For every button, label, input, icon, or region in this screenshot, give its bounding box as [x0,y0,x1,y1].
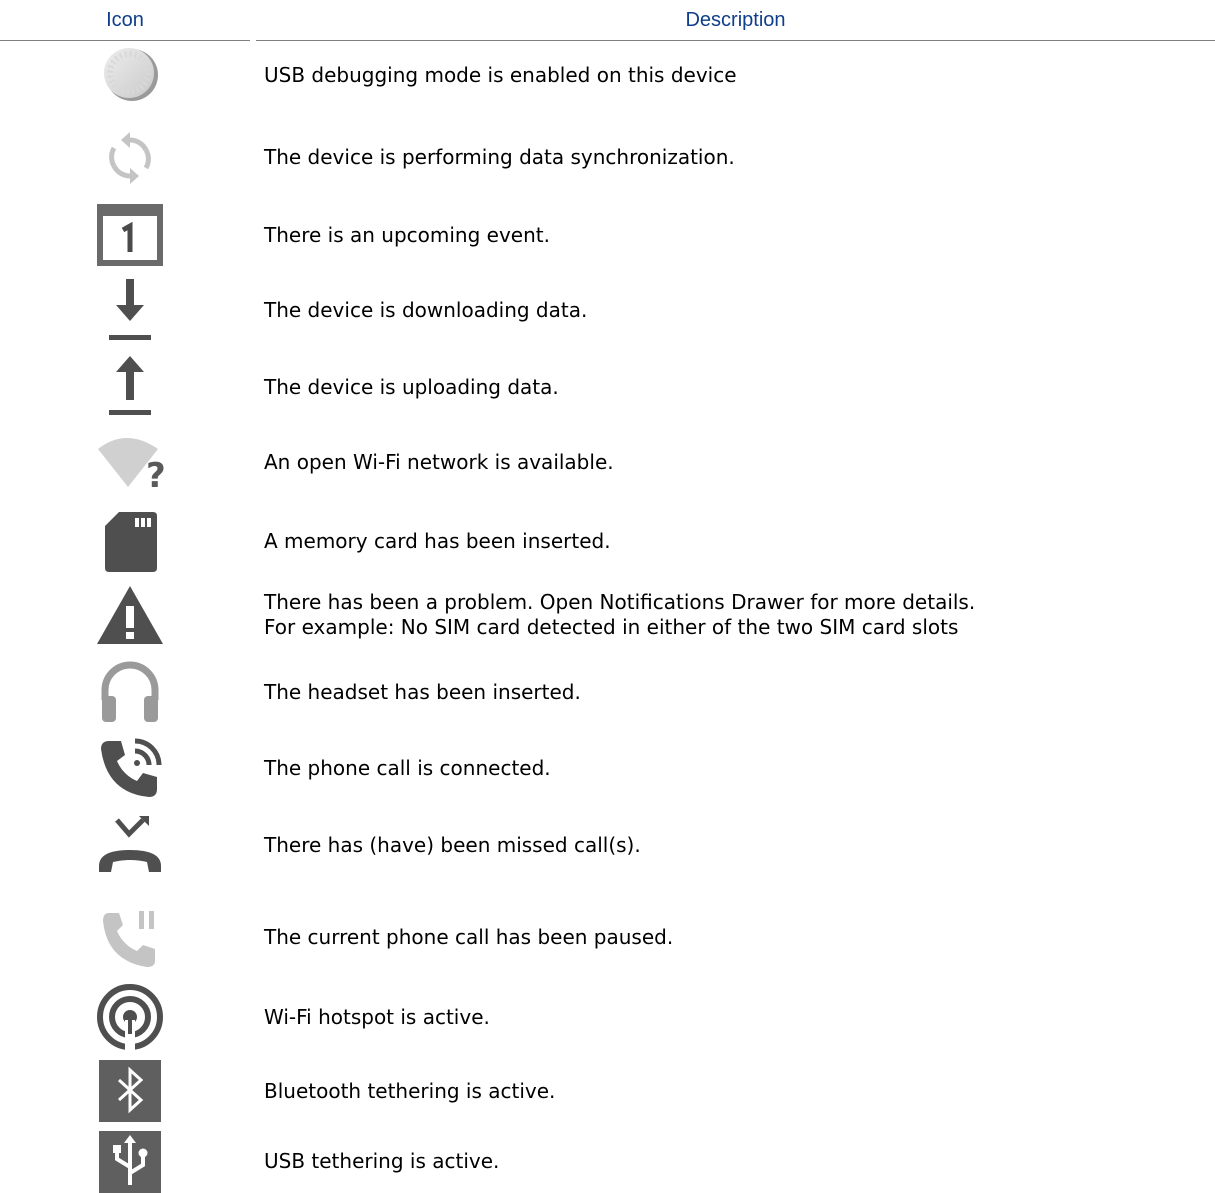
column-header-icon: Icon [106,8,144,31]
row-description: An open Wi-Fi network is available. [264,450,614,474]
usb-debugging-icon [90,45,170,105]
table-row: There has been a problem. Open Notificat… [0,580,1215,650]
row-description: The current phone call has been paused. [264,925,674,949]
table-row: Bluetooth tethering is active. [0,1058,1215,1124]
calendar-event-icon [90,200,170,270]
svg-text:?: ? [146,456,166,495]
status-icon-table: Icon Description USB debugging mode is e… [0,0,1215,1193]
upload-icon [90,352,170,422]
header-divider [0,40,250,41]
missed-call-icon [90,810,170,880]
row-description: A memory card has been inserted. [264,528,611,553]
table-row: The device is uploading data. [0,352,1215,422]
table-row: Wi-Fi hotspot is active. [0,982,1215,1052]
table-row: The headset has been inserted. [0,658,1215,726]
header-divider [256,40,1215,41]
table-row: The device is performing data synchroniz… [0,125,1215,190]
table-row: The device is downloading data. [0,275,1215,345]
table-row: A memory card has been inserted. [0,507,1215,575]
row-description: USB tethering is active. [264,1149,500,1173]
row-description: The device is downloading data. [264,297,588,322]
table-row: USB debugging mode is enabled on this de… [0,45,1215,105]
table-row: There has (have) been missed call(s). [0,810,1215,880]
row-description: The device is uploading data. [264,374,559,399]
table-row: The current phone call has been paused. [0,900,1215,975]
wifi-hotspot-icon [90,982,170,1052]
bluetooth-tethering-icon [90,1058,170,1124]
usb-tethering-icon [90,1130,170,1193]
table-row: USB tethering is active. [0,1130,1215,1193]
table-row: The phone call is connected. [0,733,1215,803]
row-description: There has been a problem. Open Notificat… [264,590,976,639]
call-paused-icon [90,900,170,975]
row-description: Wi-Fi hotspot is active. [264,1004,490,1029]
table-row: ? An open Wi-Fi network is available. [0,430,1215,495]
column-header-description: Description [685,8,786,31]
row-description: There has (have) been missed call(s). [264,832,641,857]
download-icon [90,275,170,345]
headset-icon [90,658,170,726]
row-description: There is an upcoming event. [264,222,550,247]
table-row: There is an upcoming event. [0,200,1215,270]
row-description: The headset has been inserted. [264,679,581,704]
row-description: USB debugging mode is enabled on this de… [264,62,737,87]
sync-icon [90,125,170,190]
memory-card-icon [90,507,170,575]
open-wifi-icon: ? [90,430,170,495]
call-connected-icon [90,733,170,803]
row-description: The phone call is connected. [264,755,551,780]
warning-icon [90,580,170,650]
row-description: Bluetooth tethering is active. [264,1078,556,1103]
row-description: The device is performing data synchroniz… [264,145,735,169]
